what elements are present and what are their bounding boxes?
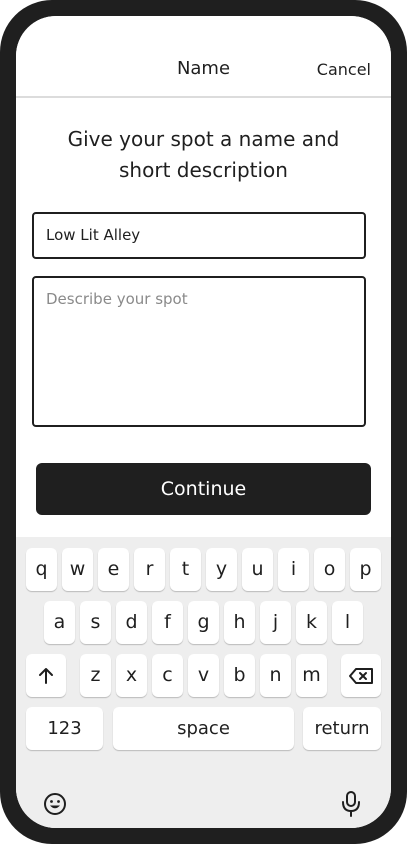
cancel-button[interactable]: Cancel xyxy=(317,60,371,79)
key-d[interactable]: d xyxy=(116,601,147,644)
space-key[interactable]: space xyxy=(113,707,294,750)
key-a[interactable]: a xyxy=(44,601,75,644)
key-c[interactable]: c xyxy=(152,654,183,697)
key-l[interactable]: l xyxy=(332,601,363,644)
key-u[interactable]: u xyxy=(242,548,273,591)
spot-name-input[interactable]: Low Lit Alley xyxy=(32,212,366,259)
screen: Name Cancel Give your spot a name and sh… xyxy=(16,16,391,828)
key-p[interactable]: p xyxy=(350,548,381,591)
shift-arrow-icon xyxy=(39,667,53,684)
key-t[interactable]: t xyxy=(170,548,201,591)
key-n[interactable]: n xyxy=(260,654,291,697)
navigation-bar: Name Cancel xyxy=(16,16,391,98)
key-j[interactable]: j xyxy=(260,601,291,644)
form-heading: Give your spot a name and short descript… xyxy=(36,124,371,186)
key-z[interactable]: z xyxy=(80,654,111,697)
phone-frame: Name Cancel Give your spot a name and sh… xyxy=(0,0,407,844)
key-h[interactable]: h xyxy=(224,601,255,644)
key-q[interactable]: q xyxy=(26,548,57,591)
backspace-icon xyxy=(349,667,373,684)
shift-key[interactable] xyxy=(26,654,66,697)
key-f[interactable]: f xyxy=(152,601,183,644)
continue-button[interactable]: Continue xyxy=(36,463,371,515)
heading-line-2: short description xyxy=(119,158,288,182)
return-key[interactable]: return xyxy=(303,707,381,750)
key-x[interactable]: x xyxy=(116,654,147,697)
numbers-key[interactable]: 123 xyxy=(26,707,103,750)
emoji-icon xyxy=(44,793,66,815)
key-b[interactable]: b xyxy=(224,654,255,697)
key-y[interactable]: y xyxy=(206,548,237,591)
heading-line-1: Give your spot a name and xyxy=(67,127,340,151)
key-v[interactable]: v xyxy=(188,654,219,697)
microphone-button[interactable] xyxy=(341,790,361,822)
key-g[interactable]: g xyxy=(188,601,219,644)
key-k[interactable]: k xyxy=(296,601,327,644)
spot-description-input[interactable] xyxy=(32,276,366,427)
key-i[interactable]: i xyxy=(278,548,309,591)
key-m[interactable]: m xyxy=(296,654,327,697)
emoji-button[interactable] xyxy=(43,792,67,820)
key-r[interactable]: r xyxy=(134,548,165,591)
key-e[interactable]: e xyxy=(98,548,129,591)
key-s[interactable]: s xyxy=(80,601,111,644)
backspace-key[interactable] xyxy=(341,654,381,697)
on-screen-keyboard: q w e r t y u i o p a s d f g h j k l z … xyxy=(16,537,391,828)
key-o[interactable]: o xyxy=(314,548,345,591)
microphone-icon xyxy=(342,791,360,817)
key-w[interactable]: w xyxy=(62,548,93,591)
